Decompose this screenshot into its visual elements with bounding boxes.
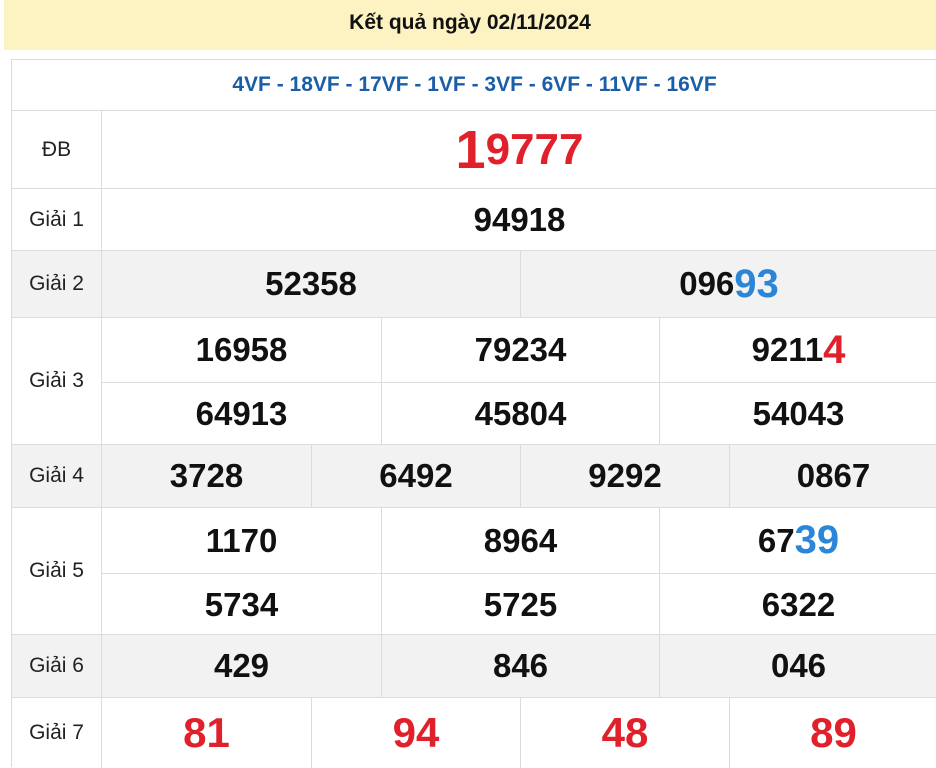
prize-g3-number: 54043 bbox=[659, 382, 936, 445]
result-date-title: Kết quả ngày 02/11/2024 bbox=[349, 11, 591, 34]
prize-label-g3: Giải 3 bbox=[12, 318, 102, 444]
prize-row-db: ĐB 1 9777 bbox=[12, 111, 936, 189]
prize-g5-number-head: 67 bbox=[757, 521, 795, 559]
prize-g4-number: 9292 bbox=[520, 445, 729, 507]
prize-g5-number: 6322 bbox=[659, 573, 936, 635]
prize-g4-number: 6492 bbox=[311, 445, 520, 507]
prize-row-g1: Giải 1 94918 bbox=[12, 189, 936, 251]
prize-row-g3: Giải 3 16958 79234 9211 4 64913 45804 540… bbox=[12, 318, 936, 445]
prize-g7-number: 94 bbox=[311, 698, 520, 768]
prize-g1-number: 94918 bbox=[473, 200, 566, 238]
prize-g2-number-2-head: 096 bbox=[679, 265, 735, 302]
prize-label-g4: Giải 4 bbox=[12, 445, 102, 507]
prize-g2-number-2: 096 93 bbox=[520, 251, 936, 317]
special-prize-rest-digits: 9777 bbox=[485, 124, 584, 174]
prize-g2-number-1: 52358 bbox=[265, 265, 357, 302]
prize-label-g7: Giải 7 bbox=[12, 698, 102, 768]
prize-row-g5: Giải 5 1170 8964 67 39 5734 5725 6322 bbox=[12, 508, 936, 635]
prize-g3-number-head: 9211 bbox=[751, 331, 824, 368]
prize-label-g6: Giải 6 bbox=[12, 635, 102, 697]
prize-label-g2: Giải 2 bbox=[12, 251, 102, 317]
special-prize-first-digit: 1 bbox=[455, 119, 486, 180]
prize-g3-number: 16958 bbox=[195, 331, 288, 368]
codes-row: 4VF - 18VF - 17VF - 1VF - 3VF - 6VF - 11… bbox=[12, 60, 936, 111]
prize-g6-number: 429 bbox=[213, 647, 270, 684]
prize-g5-number: 5725 bbox=[381, 573, 659, 635]
prize-row-g6: Giải 6 429 846 046 bbox=[12, 635, 936, 698]
prize-g7-number: 48 bbox=[520, 698, 729, 768]
prize-g2-number-2-tail: 93 bbox=[734, 261, 779, 306]
special-prize-number: 1 9777 bbox=[102, 111, 936, 188]
prize-row-g7: Giải 7 81 94 48 89 bbox=[12, 698, 936, 768]
prize-label-g1: Giải 1 bbox=[12, 189, 102, 250]
draw-codes: 4VF - 18VF - 17VF - 1VF - 3VF - 6VF - 11… bbox=[232, 73, 717, 96]
lottery-results-table: 4VF - 18VF - 17VF - 1VF - 3VF - 6VF - 11… bbox=[11, 59, 936, 768]
prize-g5-number: 1170 bbox=[205, 521, 278, 559]
prize-g3-number: 64913 bbox=[102, 382, 381, 445]
prize-row-g4: Giải 4 3728 6492 9292 0867 bbox=[12, 445, 936, 508]
prize-g5-number: 67 39 bbox=[659, 508, 936, 573]
prize-g7-number: 89 bbox=[729, 698, 936, 768]
result-date-header: Kết quả ngày 02/11/2024 bbox=[4, 0, 936, 50]
prize-label-db: ĐB bbox=[12, 111, 102, 188]
prize-g5-number: 8964 bbox=[381, 508, 659, 573]
prize-g6-number: 046 bbox=[659, 635, 936, 697]
prize-g4-number: 0867 bbox=[729, 445, 936, 507]
prize-g3-number: 45804 bbox=[381, 382, 659, 445]
prize-g5-number-tail: 39 bbox=[794, 518, 840, 562]
prize-row-g2: Giải 2 52358 096 93 bbox=[12, 251, 936, 318]
prize-g5-number: 5734 bbox=[102, 573, 381, 635]
prize-label-g5: Giải 5 bbox=[12, 508, 102, 634]
prize-g3-number: 9211 4 bbox=[659, 318, 936, 382]
prize-g3-number-tail: 4 bbox=[823, 327, 846, 372]
prize-g4-number: 3728 bbox=[169, 457, 244, 494]
prize-g7-number: 81 bbox=[183, 709, 230, 756]
prize-g6-number: 846 bbox=[381, 635, 659, 697]
prize-g3-number: 79234 bbox=[381, 318, 659, 382]
